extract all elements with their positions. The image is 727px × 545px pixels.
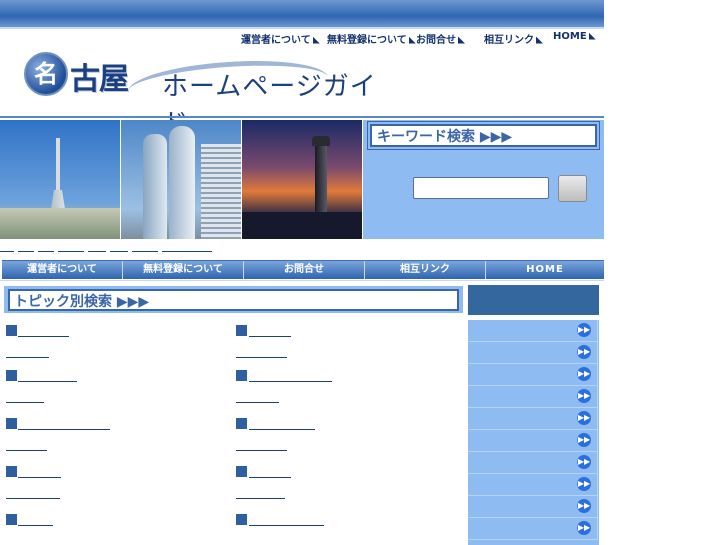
top-banner-bar bbox=[0, 0, 604, 27]
sidebar-item[interactable]: ▶▶ bbox=[468, 474, 598, 496]
nav-item-about[interactable]: 運営者について bbox=[2, 261, 123, 279]
corner-arrow-icon bbox=[458, 36, 465, 44]
logo-city-name: 古屋 bbox=[70, 62, 129, 97]
topic-link[interactable] bbox=[236, 450, 287, 451]
header-link-register[interactable]: 無料登録について bbox=[327, 31, 416, 46]
sidebar-item[interactable]: ▶▶ bbox=[468, 430, 598, 452]
keyword-search-panel: キーワード検索 ▶▶▶ bbox=[363, 120, 604, 239]
header-link-home[interactable]: HOME bbox=[553, 31, 596, 42]
keyword-search-heading-text: キーワード検索 ▶▶▶ bbox=[377, 129, 513, 145]
empty-link[interactable] bbox=[162, 251, 212, 252]
sidebar-item[interactable]: ▶▶ bbox=[468, 386, 598, 408]
header-divider bbox=[0, 116, 604, 118]
header-link-about[interactable]: 運営者について bbox=[241, 31, 320, 46]
bullet-square bbox=[6, 370, 17, 381]
photo-tv-tower bbox=[0, 120, 120, 239]
double-arrow-icon: ▶▶ bbox=[577, 323, 591, 337]
nav-item-home[interactable]: HOME bbox=[486, 261, 604, 279]
topic-search-panel: トピック別検索 ▶▶▶ bbox=[4, 286, 463, 313]
empty-link[interactable] bbox=[18, 251, 34, 252]
bullet-square bbox=[236, 514, 247, 525]
sidebar-item[interactable]: ▶▶ bbox=[468, 452, 598, 474]
corner-arrow-icon bbox=[536, 36, 543, 44]
main-nav-bar: 運営者について 無料登録について お問合せ 相互リンク HOME bbox=[2, 260, 604, 279]
double-arrow-icon: ▶▶ bbox=[577, 389, 591, 403]
bullet-square bbox=[6, 325, 17, 336]
nav-item-mutual-links[interactable]: 相互リンク bbox=[365, 261, 486, 279]
empty-link[interactable] bbox=[110, 251, 128, 252]
header-link-contact[interactable]: お問合せ bbox=[416, 31, 465, 46]
sidebar-header bbox=[468, 285, 599, 315]
sidebar-item[interactable]: ▶▶ bbox=[468, 342, 598, 364]
bullet-square bbox=[236, 418, 247, 429]
corner-arrow-icon bbox=[588, 32, 596, 40]
topic-link[interactable] bbox=[6, 450, 47, 451]
sidebar-item[interactable]: ▶▶ bbox=[468, 364, 598, 386]
topic-link[interactable] bbox=[6, 498, 60, 499]
topic-link[interactable] bbox=[249, 381, 332, 382]
double-arrow-icon: ▶▶ bbox=[577, 477, 591, 491]
topic-link[interactable] bbox=[18, 336, 69, 337]
double-arrow-icon: ▶▶ bbox=[577, 345, 591, 359]
topic-link[interactable] bbox=[249, 477, 291, 478]
keyword-search-input[interactable] bbox=[413, 177, 549, 199]
corner-arrow-icon bbox=[408, 36, 416, 44]
bullet-square bbox=[236, 370, 247, 381]
topic-link[interactable] bbox=[249, 429, 315, 430]
bullet-square bbox=[6, 418, 17, 429]
double-arrow-icon: ▶▶ bbox=[577, 411, 591, 425]
topic-link[interactable] bbox=[236, 402, 279, 403]
topic-link[interactable] bbox=[236, 357, 287, 358]
top-divider bbox=[0, 27, 604, 29]
double-arrow-icon: ▶▶ bbox=[577, 433, 591, 447]
double-arrow-icon: ▶▶ bbox=[577, 367, 591, 381]
photo-lighthouse-sunset bbox=[242, 120, 362, 239]
topic-link[interactable] bbox=[18, 525, 53, 526]
corner-arrow-icon bbox=[312, 36, 320, 44]
sidebar-item[interactable]: ▶▶ bbox=[468, 320, 598, 342]
empty-link[interactable] bbox=[88, 251, 106, 252]
empty-link[interactable] bbox=[58, 251, 84, 252]
nav-item-contact[interactable]: お問合せ bbox=[244, 261, 365, 279]
topic-link[interactable] bbox=[249, 336, 291, 337]
nav-divider bbox=[0, 280, 604, 281]
topic-search-heading: トピック別検索 ▶▶▶ bbox=[8, 289, 459, 311]
sidebar-list: ▶▶ ▶▶ ▶▶ ▶▶ ▶▶ ▶▶ ▶▶ ▶▶ ▶▶ ▶▶ bbox=[468, 320, 599, 545]
bullet-square bbox=[236, 325, 247, 336]
double-arrow-icon: ▶▶ bbox=[577, 455, 591, 469]
topic-search-heading-text: トピック別検索 ▶▶▶ bbox=[14, 294, 150, 310]
sidebar-item[interactable]: ▶▶ bbox=[468, 408, 598, 430]
topic-link[interactable] bbox=[18, 381, 77, 382]
sidebar-item[interactable]: ▶▶ bbox=[468, 496, 598, 518]
header-link-label: 無料登録について bbox=[327, 35, 407, 46]
header-link-mutual-links[interactable]: 相互リンク bbox=[484, 31, 543, 46]
topic-link[interactable] bbox=[249, 525, 324, 526]
sidebar-item[interactable]: ▶▶ bbox=[468, 518, 598, 540]
bullet-square bbox=[6, 514, 17, 525]
double-arrow-icon: ▶▶ bbox=[577, 499, 591, 513]
topic-link[interactable] bbox=[6, 402, 44, 403]
empty-link[interactable] bbox=[0, 251, 14, 252]
site-logo[interactable]: 名 古屋 ホームページガイド bbox=[18, 46, 388, 139]
double-arrow-icon: ▶▶ bbox=[577, 521, 591, 535]
empty-link[interactable] bbox=[132, 251, 158, 252]
topic-link[interactable] bbox=[6, 357, 49, 358]
header-link-label: 運営者について bbox=[241, 35, 311, 46]
header-link-label: HOME bbox=[553, 31, 587, 42]
empty-link[interactable] bbox=[38, 251, 54, 252]
photo-twin-towers bbox=[121, 120, 241, 239]
bullet-square bbox=[236, 466, 247, 477]
keyword-search-heading: キーワード検索 ▶▶▶ bbox=[370, 124, 597, 147]
topic-link[interactable] bbox=[236, 498, 285, 499]
keyword-search-button[interactable] bbox=[558, 175, 587, 202]
nav-item-register[interactable]: 無料登録について bbox=[123, 261, 244, 279]
topic-link[interactable] bbox=[18, 477, 61, 478]
bullet-square bbox=[6, 466, 17, 477]
logo-circle-badge: 名 bbox=[24, 52, 68, 96]
header-link-label: 相互リンク bbox=[484, 35, 534, 46]
header-link-label: お問合せ bbox=[416, 35, 456, 46]
topic-link[interactable] bbox=[18, 429, 110, 430]
